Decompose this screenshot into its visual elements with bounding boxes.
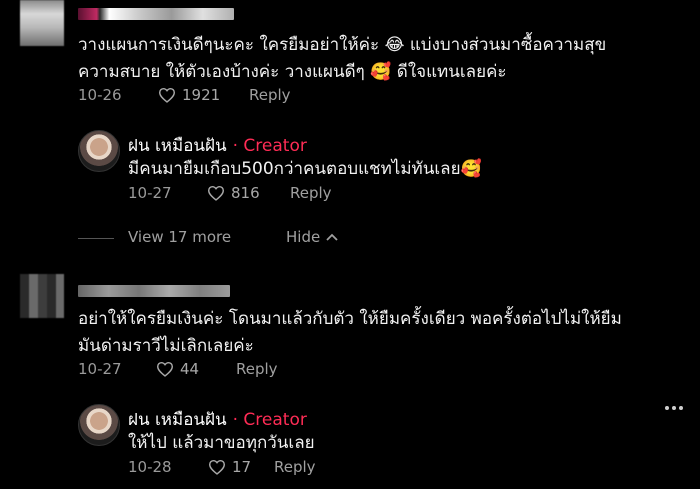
hide-replies-button[interactable]: Hide	[286, 228, 338, 246]
username-blurred[interactable]	[78, 285, 230, 297]
comment-meta: 10-26	[78, 86, 122, 104]
reply-like-count: 17	[232, 458, 252, 476]
avatar-blurred[interactable]	[20, 274, 64, 318]
heart-outline-icon	[156, 361, 174, 377]
heart-outline-icon	[207, 185, 225, 201]
reply-text: ให้ไป แล้วมาขอทุกวันเลย	[128, 433, 315, 453]
reply-reply-button[interactable]: Reply	[274, 458, 316, 476]
reply-button[interactable]: Reply	[236, 360, 278, 378]
divider-line	[78, 238, 114, 239]
heart-outline-icon	[208, 459, 226, 475]
avatar-blurred[interactable]	[20, 0, 64, 46]
reply-meta: 10-27	[128, 184, 172, 202]
hide-label: Hide	[286, 228, 321, 246]
reply-like-button[interactable]: 17	[208, 458, 251, 476]
reply-author[interactable]: ฝน เหมือนฝัน	[128, 406, 227, 433]
chevron-up-icon	[326, 233, 338, 241]
creator-badge: · Creator	[232, 135, 307, 156]
like-count: 44	[180, 360, 200, 378]
comment-text: วางแผนการเงินดีๆนะคะ ใครยืมอย่าให้ค่ะ 😂 …	[78, 32, 688, 86]
like-count: 1921	[182, 86, 221, 104]
creator-avatar[interactable]	[78, 404, 120, 446]
like-button[interactable]: 1921	[158, 86, 220, 104]
comment-meta: 10-27	[78, 360, 122, 378]
comment-text-line: อย่าให้ใครยืมเงินค่ะ โดนมาแล้วกับตัว ให้…	[78, 309, 622, 329]
reply-like-count: 816	[231, 184, 260, 202]
reply-date: 10-27	[128, 184, 172, 202]
view-more-replies-button[interactable]: View 17 more	[128, 228, 231, 246]
username-blurred[interactable]	[78, 8, 234, 20]
reply-header: ฝน เหมือนฝัน · Creator	[128, 132, 307, 159]
reply-reply-button[interactable]: Reply	[290, 184, 332, 202]
reply-meta: 10-28	[128, 458, 172, 476]
reply-like-button[interactable]: 816	[207, 184, 260, 202]
like-button[interactable]: 44	[156, 360, 199, 378]
more-options-icon[interactable]	[665, 406, 683, 410]
comment-text-line: วางแผนการเงินดีๆนะคะ ใครยืมอย่าให้ค่ะ 😂 …	[78, 35, 607, 55]
comment-text: อย่าให้ใครยืมเงินค่ะ โดนมาแล้วกับตัว ให้…	[78, 306, 688, 360]
comment-date: 10-26	[78, 86, 122, 104]
heart-outline-icon	[158, 87, 176, 103]
creator-avatar[interactable]	[78, 130, 120, 172]
reply-button[interactable]: Reply	[249, 86, 291, 104]
reply-author[interactable]: ฝน เหมือนฝัน	[128, 132, 227, 159]
comment-text-line: มันด่ามราวีไม่เลิกเลยค่ะ	[78, 336, 254, 356]
comment-date: 10-27	[78, 360, 122, 378]
reply-header: ฝน เหมือนฝัน · Creator	[128, 406, 307, 433]
comment-text-line: ความสบาย ให้ตัวเองบ้างค่ะ วางแผนดีๆ 🥰 ดี…	[78, 62, 507, 82]
reply-date: 10-28	[128, 458, 172, 476]
reply-text: มีคนมายืมเกือบ500กว่าคนตอบแชทไม่ทันเลย🥰	[128, 159, 482, 179]
creator-badge: · Creator	[232, 409, 307, 430]
